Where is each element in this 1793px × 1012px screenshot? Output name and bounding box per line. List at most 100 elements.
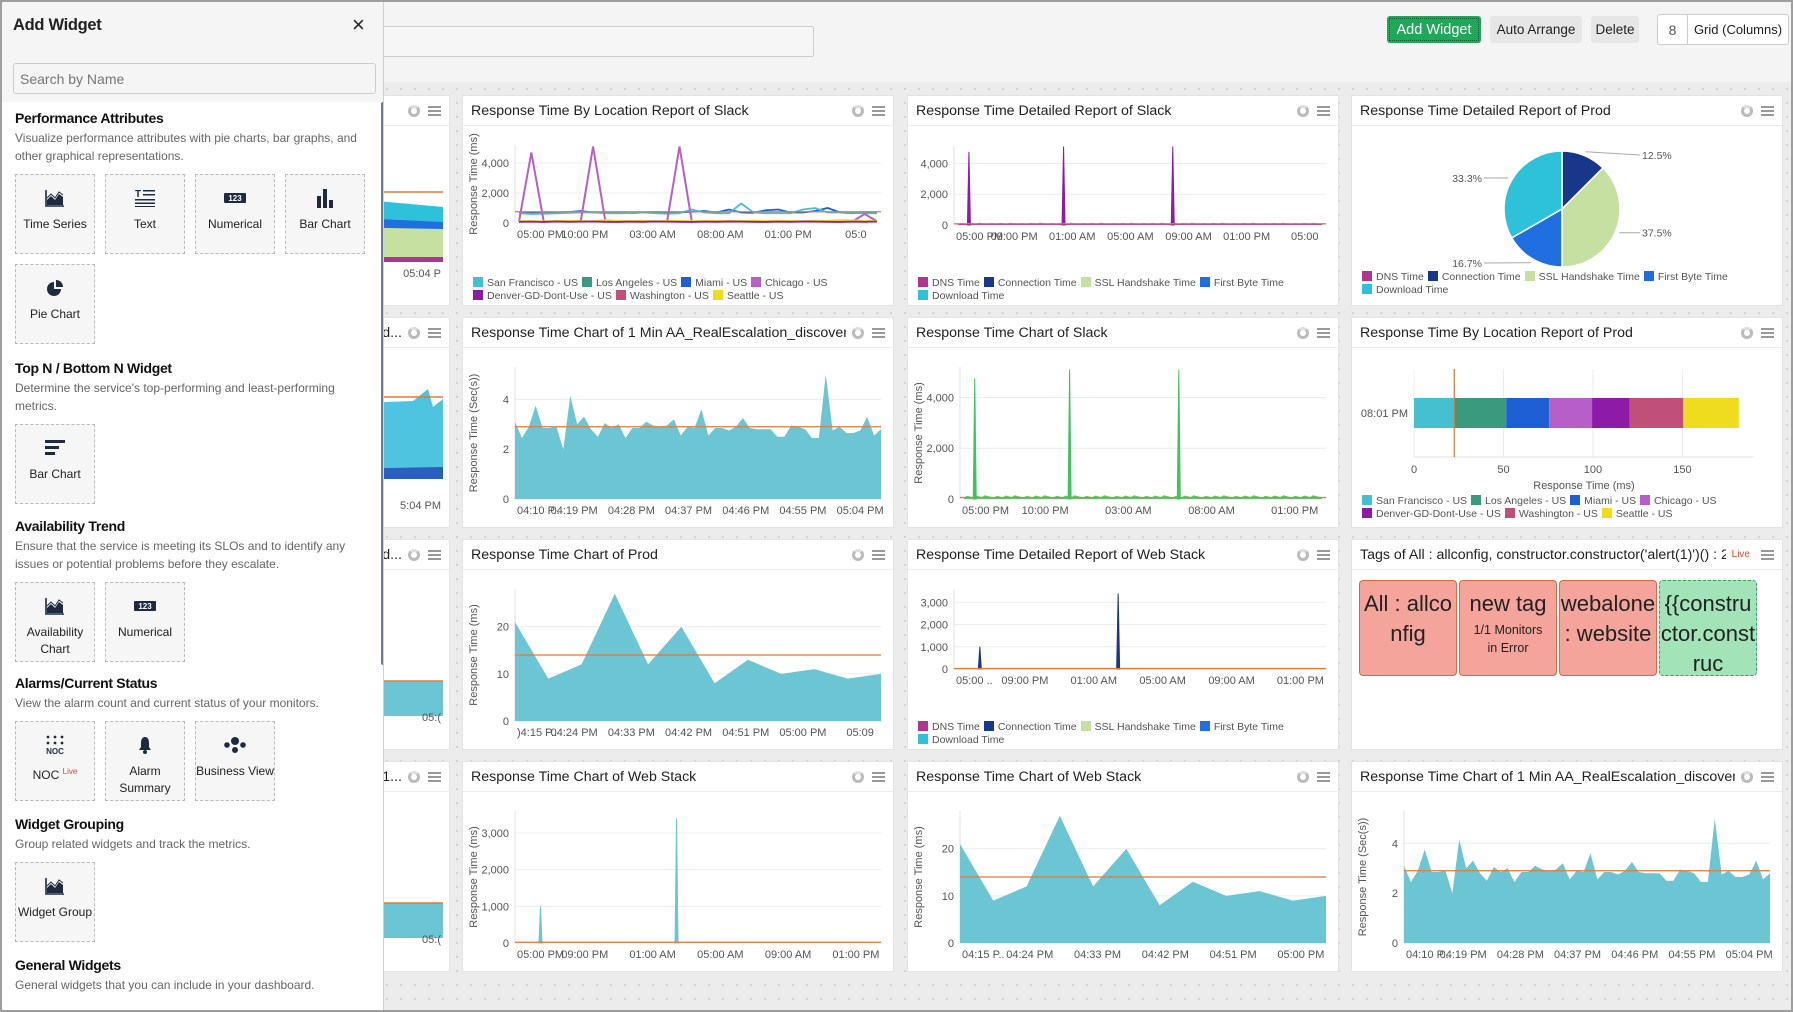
- legend-item[interactable]: Miami - US: [1570, 495, 1636, 508]
- legend-item[interactable]: Denver-GD-Dont-Use - US: [473, 290, 612, 303]
- legend-item[interactable]: Chicago - US: [1640, 495, 1717, 508]
- widget-w7[interactable]: Response Time Chart of Prod 0 10 20)4:15 P.…: [462, 539, 894, 750]
- widget-tile-widget-group[interactable]: Widget Group: [15, 862, 95, 942]
- menu-icon[interactable]: [872, 549, 885, 560]
- delete-button[interactable]: Delete: [1591, 16, 1639, 43]
- legend-item[interactable]: SSL Handshake Time: [1080, 277, 1196, 290]
- refresh-icon[interactable]: [1297, 548, 1309, 561]
- widget-tile-business-view[interactable]: Business View: [195, 721, 275, 801]
- legend-item[interactable]: Download Time: [918, 734, 1004, 747]
- menu-icon[interactable]: [428, 771, 441, 782]
- legend-item[interactable]: SSL Handshake Time: [1080, 721, 1196, 734]
- legend-item[interactable]: Connection Time: [983, 721, 1077, 734]
- bar-segment[interactable]: [1454, 398, 1507, 428]
- grid-columns-value[interactable]: 8: [1658, 15, 1688, 44]
- menu-icon[interactable]: [872, 105, 885, 116]
- legend-item[interactable]: First Byte Time: [1199, 277, 1284, 290]
- bar-segment[interactable]: [1629, 398, 1684, 428]
- widget-w11[interactable]: Response Time Chart of Web Stack 0 10 20 04:…: [907, 761, 1339, 972]
- tag-tile[interactable]: {{constructor.construc: [1659, 580, 1757, 676]
- legend-item[interactable]: Los Angeles - US: [1471, 495, 1566, 508]
- widget-tile-bar-chart[interactable]: Bar Chart: [285, 174, 365, 254]
- refresh-icon[interactable]: [852, 548, 864, 561]
- legend-item[interactable]: San Francisco - US: [473, 277, 578, 290]
- menu-icon[interactable]: [428, 105, 441, 116]
- legend-item[interactable]: Connection Time: [983, 277, 1077, 290]
- auto-arrange-button[interactable]: Auto Arrange: [1490, 16, 1582, 43]
- legend-item[interactable]: SSL Handshake Time: [1524, 271, 1640, 284]
- legend-item[interactable]: Miami - US: [681, 277, 747, 290]
- widget-w5[interactable]: Response Time Chart of Slack 0 2,000 4,000 0…: [907, 317, 1339, 528]
- menu-icon[interactable]: [1317, 549, 1330, 560]
- widget-tile-pie-chart[interactable]: Pie Chart: [15, 264, 95, 344]
- menu-icon[interactable]: [428, 327, 441, 338]
- menu-icon[interactable]: [1317, 105, 1330, 116]
- widget-tile-alarm-summary[interactable]: Alarm Summary: [105, 721, 185, 801]
- widget-w10[interactable]: Response Time Chart of Web Stack 0 1,000 2,…: [462, 761, 894, 972]
- legend-item[interactable]: First Byte Time: [1199, 721, 1284, 734]
- legend-item[interactable]: Chicago - US: [751, 277, 828, 290]
- legend-item[interactable]: Washington - US: [1504, 508, 1598, 521]
- refresh-icon[interactable]: [408, 548, 420, 561]
- widget-tile-text[interactable]: T Text: [105, 174, 185, 254]
- menu-icon[interactable]: [428, 549, 441, 560]
- widget-w8[interactable]: Response Time Detailed Report of Web Sta…: [907, 539, 1339, 750]
- widget-w12[interactable]: Response Time Chart of 1 Min AA_RealEsca…: [1351, 761, 1783, 972]
- widget-tile-numerical[interactable]: 123 Numerical: [105, 582, 185, 662]
- widget-tile-noc[interactable]: NOC NOC Live: [15, 721, 95, 801]
- refresh-icon[interactable]: [1741, 770, 1753, 783]
- widget-search-input[interactable]: [13, 63, 376, 94]
- bar-segment[interactable]: [1506, 398, 1550, 428]
- legend-item[interactable]: Connection Time: [1427, 271, 1521, 284]
- tag-tile[interactable]: new tag 1/1 Monitors in Error: [1459, 580, 1557, 676]
- refresh-icon[interactable]: [408, 104, 420, 117]
- menu-icon[interactable]: [1317, 771, 1330, 782]
- widget-w9[interactable]: Tags of All : allconfig, constructor.con…: [1351, 539, 1783, 750]
- tag-tile[interactable]: webalone : website: [1559, 580, 1657, 676]
- menu-icon[interactable]: [872, 771, 885, 782]
- widget-w2[interactable]: Response Time Detailed Report of Slack 0 2…: [907, 95, 1339, 306]
- widget-w3[interactable]: Response Time Detailed Report of Prod 12.…: [1351, 95, 1783, 306]
- refresh-icon[interactable]: [1741, 104, 1753, 117]
- widget-w6[interactable]: Response Time By Location Report of Prod…: [1351, 317, 1783, 528]
- widget-w4[interactable]: Response Time Chart of 1 Min AA_RealEsca…: [462, 317, 894, 528]
- refresh-icon[interactable]: [408, 326, 420, 339]
- widget-tile-bar-chart[interactable]: Bar Chart: [15, 424, 95, 504]
- legend-item[interactable]: DNS Time: [918, 277, 980, 290]
- menu-icon[interactable]: [1761, 549, 1774, 560]
- legend-item[interactable]: First Byte Time: [1643, 271, 1728, 284]
- menu-icon[interactable]: [1761, 105, 1774, 116]
- legend-item[interactable]: Seattle - US: [712, 290, 783, 303]
- refresh-icon[interactable]: [852, 104, 864, 117]
- legend-item[interactable]: DNS Time: [1362, 271, 1424, 284]
- bar-segment[interactable]: [1414, 398, 1455, 428]
- refresh-icon[interactable]: [1297, 326, 1309, 339]
- refresh-icon[interactable]: [408, 770, 420, 783]
- refresh-icon[interactable]: [852, 326, 864, 339]
- tag-tile[interactable]: All : allconfig: [1359, 580, 1457, 676]
- menu-icon[interactable]: [1761, 771, 1774, 782]
- legend-item[interactable]: Seattle - US: [1601, 508, 1672, 521]
- legend-item[interactable]: Washington - US: [615, 290, 709, 303]
- menu-icon[interactable]: [1317, 327, 1330, 338]
- menu-icon[interactable]: [1761, 327, 1774, 338]
- legend-item[interactable]: Los Angeles - US: [582, 277, 677, 290]
- grid-columns-control[interactable]: 8 Grid (Columns): [1657, 14, 1789, 45]
- refresh-icon[interactable]: [852, 770, 864, 783]
- legend-item[interactable]: DNS Time: [918, 721, 980, 734]
- bar-segment[interactable]: [1683, 398, 1739, 428]
- refresh-icon[interactable]: [1297, 770, 1309, 783]
- bar-segment[interactable]: [1592, 398, 1630, 428]
- menu-icon[interactable]: [872, 327, 885, 338]
- close-icon[interactable]: ×: [352, 14, 365, 36]
- widget-w1[interactable]: Response Time By Location Report of Slac…: [462, 95, 894, 306]
- legend-item[interactable]: Download Time: [918, 290, 1004, 303]
- panel-scrollbar[interactable]: [381, 102, 383, 665]
- add-widget-button[interactable]: Add Widget: [1387, 16, 1481, 43]
- refresh-icon[interactable]: [1741, 326, 1753, 339]
- legend-item[interactable]: Download Time: [1362, 284, 1448, 297]
- bar-segment[interactable]: [1549, 398, 1593, 428]
- widget-tile-numerical[interactable]: 123 Numerical: [195, 174, 275, 254]
- refresh-icon[interactable]: [1297, 104, 1309, 117]
- legend-item[interactable]: Denver-GD-Dont-Use - US: [1362, 508, 1501, 521]
